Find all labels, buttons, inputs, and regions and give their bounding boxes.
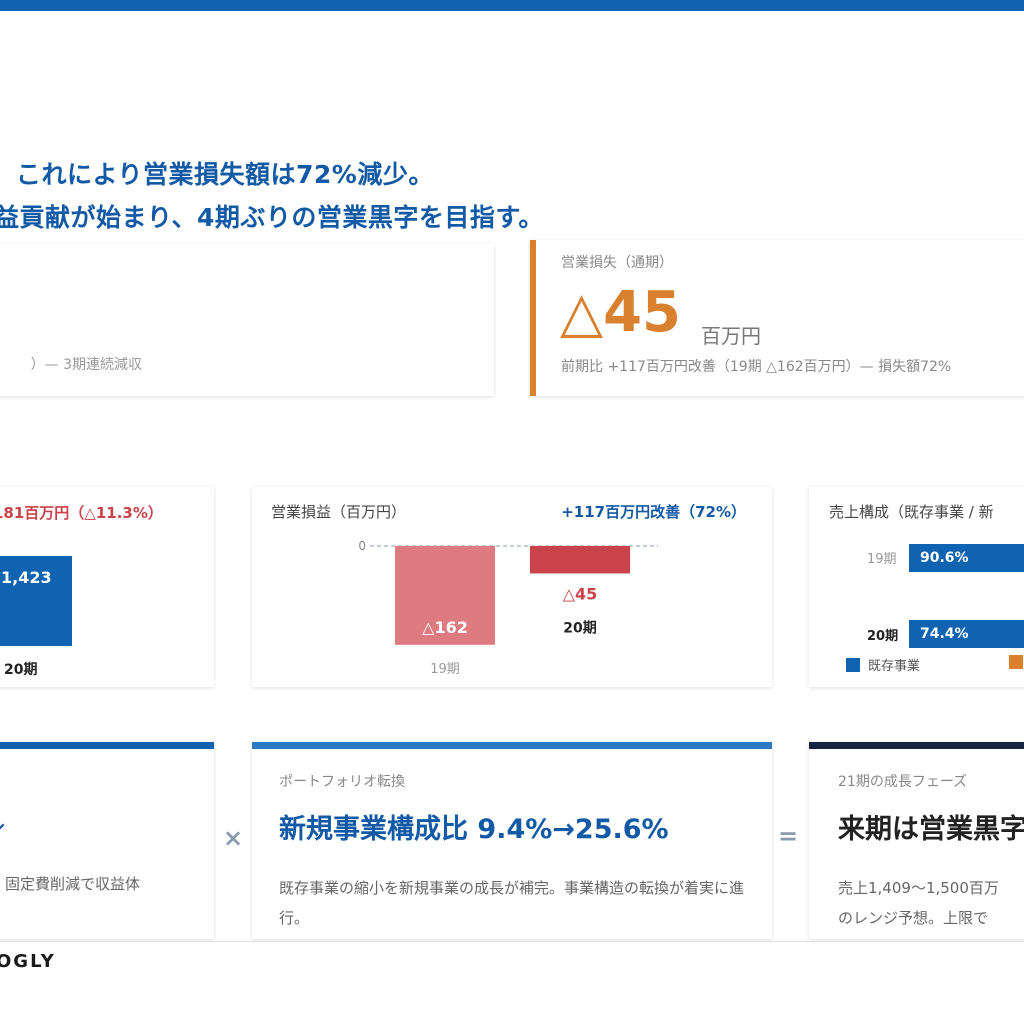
- zero-tick-label: 0: [358, 539, 366, 553]
- legend-existing: 既存事業: [846, 655, 920, 674]
- headline-line-1: これにより営業損失額は72%減少。: [16, 160, 434, 189]
- operating-category-label: 19期: [430, 662, 460, 677]
- kpi-operating-label: 営業損失（通期）: [561, 255, 673, 271]
- operating-value-label: △162: [422, 618, 468, 637]
- growth-phase-card: 21期の成長フェーズ 来期は営業黒字 売上1,409〜1,500百万 のレンジ予…: [809, 742, 1024, 939]
- kpi-card-operating-loss: 営業損失（通期） △45 百万円 前期比 +117百万円改善（19期 △162百…: [530, 240, 1024, 396]
- portfolio-desc: 既存事業の縮小を新規事業の成長が補完。事業構造の転換が着実に進行。: [279, 879, 745, 927]
- legend-label: 既存事業: [868, 659, 921, 674]
- revenue-chart-header: 181百万円（△11.3%）: [0, 504, 163, 522]
- headline-line-2: 益貢献が始まり、4期ぶりの営業黒字を目指す。: [0, 203, 544, 232]
- operating-value-label: △45: [563, 584, 598, 603]
- portfolio-card: ポートフォリオ転換 新規事業構成比 9.4%→25.6% 既存事業の縮小を新規事…: [252, 742, 772, 939]
- kpi-revenue-note: ）— 3期連続減収: [30, 357, 142, 373]
- composition-row-label: 19期: [867, 552, 897, 567]
- growth-label: 21期の成長フェーズ: [838, 774, 968, 790]
- composition-chart-title: 売上構成（既存事業 / 新: [829, 503, 994, 521]
- top-accent-bar: [0, 0, 1024, 11]
- composition-bar-19: 90.6%: [909, 544, 1024, 572]
- operating-category-label: 20期: [563, 620, 596, 636]
- growth-desc-line: 売上1,409〜1,500百万: [838, 879, 999, 897]
- growth-desc: 売上1,409〜1,500百万 のレンジ予想。上限で: [838, 873, 1024, 933]
- portfolio-title: 新規事業構成比 9.4%→25.6%: [279, 814, 669, 845]
- composition-bar-value: 90.6%: [920, 550, 969, 566]
- kpi-operating-note: 前期比 +117百万円改善（19期 △162百万円）— 損失額72%: [561, 359, 952, 375]
- kpi-operating-unit: 百万円: [701, 324, 761, 348]
- revenue-bar-label: 1,423: [1, 568, 52, 587]
- cost-reduction-card: ↓ 固定費削減で収益体: [0, 742, 214, 939]
- revenue-chart-card: 181百万円（△11.3%） 1,423 20期: [0, 487, 214, 687]
- composition-chart-card: 売上構成（既存事業 / 新 19期 90.6% 20期 74.4% 既存事業: [809, 487, 1024, 687]
- legend-swatch-orange: [1009, 655, 1023, 669]
- operating-bar-20期: [530, 546, 630, 574]
- cost-reduction-desc: 固定費削減で収益体: [5, 875, 141, 893]
- kpi-card-revenue: ）— 3期連続減収: [0, 244, 494, 396]
- company-logo: OGLY: [0, 951, 56, 972]
- growth-desc-line: のレンジ予想。上限で: [838, 909, 989, 927]
- composition-bar-20: 74.4%: [909, 620, 1024, 648]
- composition-bar-value: 74.4%: [920, 626, 969, 642]
- equals-operator: =: [778, 822, 799, 850]
- operating-profit-chart-card: 営業損益（百万円） +117百万円改善（72%） 0 △162 19期 △45 20期: [252, 487, 772, 687]
- footer-divider: [0, 941, 1024, 942]
- revenue-x-label: 20期: [4, 662, 38, 678]
- times-operator: ×: [223, 824, 244, 852]
- legend-swatch-blue: [846, 658, 860, 672]
- kpi-operating-value: △45: [560, 280, 681, 345]
- operating-profit-chart: 0 △162 19期 △45 20期: [358, 539, 658, 677]
- portfolio-label: ポートフォリオ転換: [279, 774, 405, 790]
- growth-title: 来期は営業黒字: [838, 814, 1024, 845]
- down-arrow-icon: ↓: [0, 807, 10, 837]
- composition-row-label: 20期: [867, 629, 899, 644]
- legend-new: [1009, 655, 1024, 671]
